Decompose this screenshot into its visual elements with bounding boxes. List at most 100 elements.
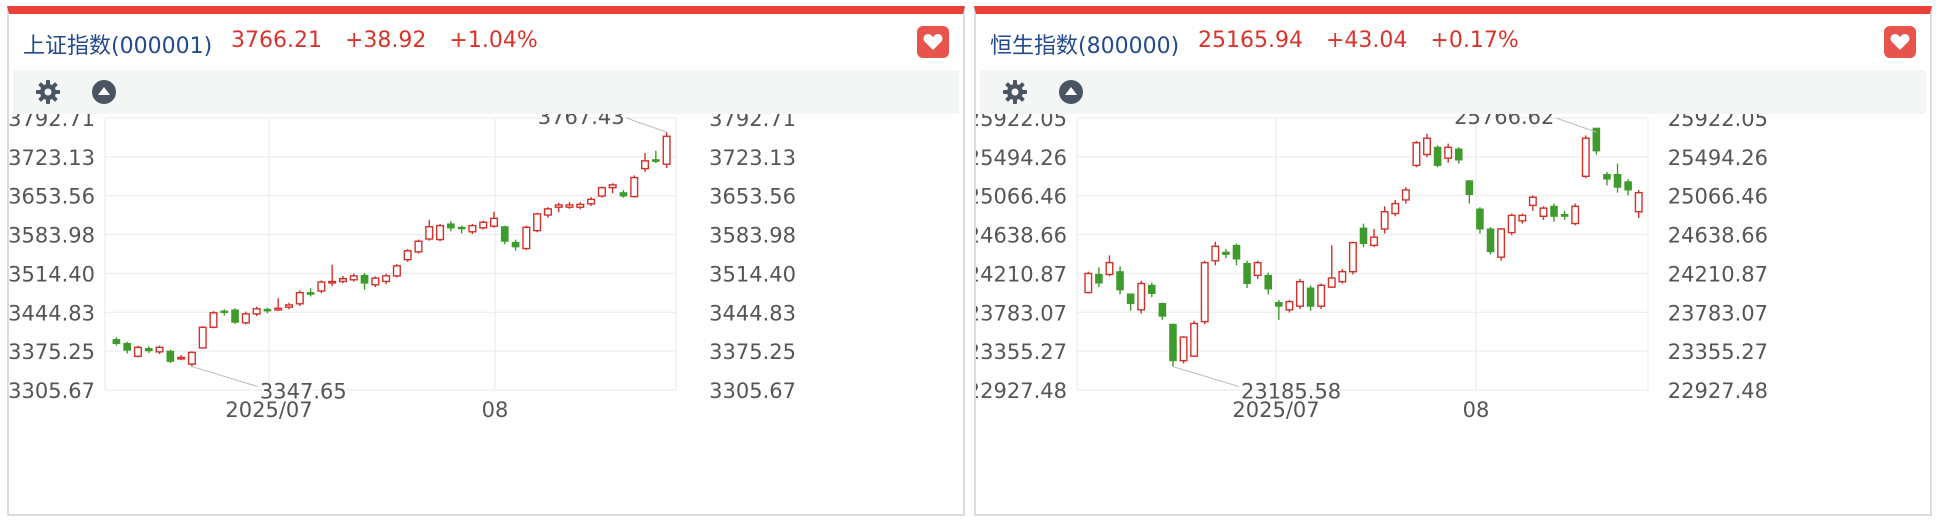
y-tick-label-right: 3514.40 — [709, 262, 796, 286]
y-tick-label-left: 3514.40 — [9, 262, 95, 286]
candle-body — [522, 226, 531, 250]
gear-icon[interactable] — [35, 79, 61, 105]
candlestick-chart: 3792.71 3792.71 3723.13 3723.13 3653.56 3653.… — [9, 114, 796, 422]
candle-body — [1105, 261, 1114, 276]
candle-body — [295, 291, 304, 305]
candle-body — [1253, 261, 1262, 277]
candle-body — [306, 292, 315, 295]
y-tick-label-right: 3583.98 — [709, 224, 796, 248]
candle-body — [630, 176, 639, 198]
index-change-percent: +1.04% — [449, 28, 538, 53]
y-tick-label-left: 22927.48 — [976, 379, 1067, 403]
candle-body — [468, 224, 477, 233]
max-label: 3767.43 — [538, 114, 625, 129]
max-leader-line — [1556, 117, 1597, 133]
gear-icon[interactable] — [1002, 79, 1028, 105]
index-change-percent: +0.17% — [1430, 28, 1519, 53]
candle-body — [166, 350, 175, 362]
candle-body — [436, 224, 445, 241]
index-change: +43.04 — [1325, 28, 1408, 53]
collapse-up-icon[interactable] — [1058, 79, 1084, 105]
candle-body — [1264, 274, 1273, 290]
candle-body — [1348, 241, 1357, 273]
candle-body — [425, 226, 434, 240]
index-name[interactable]: 上证指数(000001) — [23, 28, 212, 60]
y-tick-label-left: 3444.83 — [9, 301, 95, 325]
quote-values: 3766.21 +38.92 +1.04% — [231, 28, 554, 53]
y-tick-label-right: 22927.48 — [1668, 379, 1768, 403]
candle-body — [1581, 137, 1590, 178]
heart-icon — [1890, 34, 1910, 50]
candle-body — [155, 346, 164, 353]
candle-body — [220, 310, 229, 314]
candle-body — [1603, 174, 1611, 180]
y-tick-label-right: 23355.27 — [1668, 340, 1768, 364]
candle-body — [651, 159, 660, 162]
candle-body — [1179, 336, 1188, 362]
candle-body — [1285, 300, 1294, 311]
candle-body — [231, 309, 239, 323]
favorite-button[interactable] — [917, 26, 949, 58]
candle-body — [1507, 214, 1516, 234]
candle-body — [177, 356, 186, 360]
index-name[interactable]: 恒生指数(800000) — [990, 28, 1179, 60]
candle-body — [241, 313, 250, 324]
min-label: 3347.65 — [260, 380, 347, 404]
y-tick-label-right: 3653.56 — [709, 185, 796, 209]
y-tick-label-right: 3375.25 — [709, 340, 796, 364]
candle-body — [533, 213, 542, 232]
y-tick-label-left: 23355.27 — [976, 340, 1067, 364]
y-tick-label-left: 3583.98 — [9, 224, 95, 248]
candle-body — [608, 184, 617, 189]
candle-body — [1444, 146, 1453, 159]
heart-icon — [923, 34, 943, 50]
candle-body — [112, 339, 121, 344]
candle-body — [1571, 205, 1580, 225]
candle-body — [1560, 213, 1569, 217]
y-tick-label-left: 24210.87 — [976, 262, 1067, 286]
y-tick-label-left: 3375.25 — [9, 340, 95, 364]
y-tick-label-right: 25494.26 — [1668, 146, 1768, 170]
candle-body — [1465, 180, 1474, 195]
y-tick-label-left: 25066.46 — [976, 185, 1067, 209]
candle-body — [1370, 236, 1379, 247]
candle-body — [446, 223, 455, 229]
candle-body — [1433, 146, 1442, 166]
candle-body — [382, 275, 391, 283]
x-tick-label: 08 — [482, 398, 509, 422]
candle-body — [1327, 277, 1336, 288]
index-change: +38.92 — [344, 28, 427, 53]
candle-body — [1306, 287, 1315, 307]
candle-body — [1624, 181, 1632, 191]
candle-body — [1169, 323, 1177, 362]
candle-body — [457, 226, 466, 230]
candle-body — [144, 347, 153, 352]
y-tick-label-right: 24638.66 — [1668, 224, 1768, 248]
candle-body — [1539, 207, 1548, 217]
max-leader-line — [626, 117, 667, 133]
y-tick-label-right: 25922.05 — [1668, 114, 1768, 131]
collapse-up-icon[interactable] — [91, 79, 117, 105]
candle-body — [576, 203, 585, 208]
favorite-button[interactable] — [1884, 26, 1916, 58]
panel-header: 恒生指数(800000) 25165.94 +43.04 +0.17% — [976, 14, 1930, 70]
candle-body — [1359, 227, 1368, 245]
y-tick-label-left: 25922.05 — [976, 114, 1067, 131]
candle-body — [1518, 214, 1527, 222]
candle-body — [1200, 261, 1209, 323]
candle-body — [1338, 270, 1347, 283]
candlestick-chart: 25922.05 25922.05 25494.26 25494.26 25066.46… — [976, 114, 1768, 422]
candle-body — [1211, 245, 1220, 262]
chart-toolbar — [13, 70, 959, 114]
candle-body — [1454, 148, 1463, 161]
y-tick-label-right: 23783.07 — [1668, 301, 1768, 325]
candle-body — [371, 277, 380, 286]
candle-body — [1148, 284, 1156, 294]
candle-body — [1243, 263, 1251, 284]
panel-header: 上证指数(000001) 3766.21 +38.92 +1.04% — [9, 14, 963, 70]
candle-body — [328, 280, 337, 284]
candle-body — [360, 274, 369, 284]
y-tick-label-right: 3305.67 — [709, 379, 796, 403]
candle-body — [284, 304, 294, 308]
candle-body — [619, 192, 628, 197]
